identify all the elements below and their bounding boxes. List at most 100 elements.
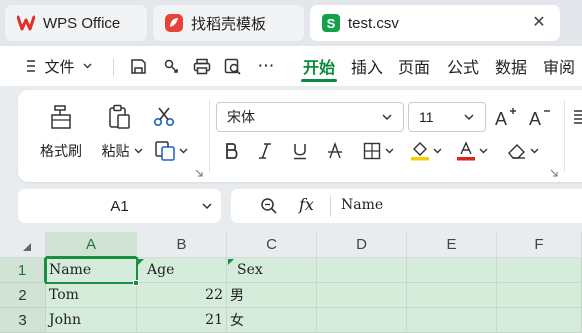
column-header-a[interactable]: A: [46, 232, 137, 258]
column-header-f[interactable]: F: [497, 232, 582, 258]
tab-template[interactable]: 找稻壳模板: [153, 5, 304, 41]
cut-icon[interactable]: [151, 104, 177, 130]
chevron-down-icon: [179, 148, 188, 154]
cell-d2[interactable]: [317, 283, 407, 308]
cell-a1[interactable]: Name: [46, 258, 137, 283]
copy-icon: [154, 140, 176, 162]
ribbon-tab-review[interactable]: 审阅: [538, 46, 580, 86]
chevron-down-icon: [385, 148, 394, 154]
underline-icon[interactable]: [288, 138, 312, 164]
bold-icon[interactable]: [220, 138, 244, 164]
column-header-e[interactable]: E: [407, 232, 497, 258]
clear-button[interactable]: [502, 138, 544, 164]
cell-name-box[interactable]: A1: [18, 189, 221, 223]
file-menu[interactable]: 文件: [18, 46, 100, 86]
cell-reference: A1: [110, 197, 129, 215]
font-size-select[interactable]: 11: [408, 102, 486, 132]
chevron-down-icon: [463, 110, 475, 124]
column-header-d[interactable]: D: [317, 232, 407, 258]
italic-icon[interactable]: [253, 138, 277, 164]
ribbon-tab-data[interactable]: 数据: [490, 46, 532, 86]
divider: [209, 100, 210, 172]
search-formula-icon[interactable]: [260, 197, 278, 215]
strikethrough-icon[interactable]: [323, 138, 347, 164]
tab-label: 找稻壳模板: [191, 15, 267, 33]
window-tab-bar: WPS Office 找稻壳模板 S test.csv ✕: [0, 0, 582, 46]
chevron-down-icon: [134, 148, 143, 154]
cell-a2[interactable]: Tom: [46, 283, 137, 308]
cell-error-indicator: [228, 259, 234, 265]
cell-c3[interactable]: 女: [227, 308, 317, 333]
share-link-icon[interactable]: [159, 46, 183, 86]
decrease-font-size-icon[interactable]: A: [526, 102, 554, 132]
chevron-down-icon: [530, 148, 539, 154]
row-header-3[interactable]: 3: [0, 308, 46, 333]
fill-bucket-icon: [410, 141, 430, 161]
cell-f2[interactable]: [497, 283, 582, 308]
cell-b1[interactable]: Age: [137, 258, 227, 283]
column-header-b[interactable]: B: [137, 232, 227, 258]
paste-icon[interactable]: [104, 102, 134, 132]
docer-logo-icon: [165, 14, 183, 32]
ribbon-tab-insert[interactable]: 插入: [346, 46, 388, 86]
fill-color-button[interactable]: [406, 138, 446, 164]
eraser-icon: [507, 142, 527, 160]
tab-wps-office[interactable]: WPS Office: [5, 5, 147, 41]
column-header-c[interactable]: C: [227, 232, 317, 258]
save-icon[interactable]: [126, 46, 150, 86]
chevron-down-icon[interactable]: [201, 199, 213, 213]
font-color-button[interactable]: [452, 138, 492, 164]
font-size-value: 11: [419, 109, 434, 125]
row-header-2[interactable]: 2: [0, 283, 46, 308]
cell-a3[interactable]: John: [46, 308, 137, 333]
formula-bar: fx Name: [231, 189, 582, 223]
copy-button[interactable]: [151, 138, 191, 164]
print-icon[interactable]: [190, 46, 214, 86]
close-icon[interactable]: ✕: [530, 14, 548, 32]
fill-handle[interactable]: [133, 280, 139, 286]
ribbon-home: 格式刷 粘贴 宋体 11 A A: [18, 90, 582, 182]
tab-test-csv[interactable]: S test.csv ✕: [310, 5, 560, 41]
ribbon-tab-home[interactable]: 开始: [297, 46, 341, 86]
format-painter-label[interactable]: 格式刷: [33, 140, 89, 162]
borders-button[interactable]: [358, 138, 398, 164]
more-icon[interactable]: ⋯: [252, 46, 280, 86]
font-launcher-icon[interactable]: [549, 168, 559, 178]
cell-c2[interactable]: 男: [227, 283, 317, 308]
formula-input[interactable]: Name: [341, 197, 383, 213]
file-menu-label: 文件: [44, 58, 75, 76]
cell-b2[interactable]: 22: [137, 283, 227, 308]
cell-e1[interactable]: [407, 258, 497, 283]
ribbon-tab-page[interactable]: 页面: [393, 46, 435, 86]
cell-error-indicator: [138, 259, 144, 265]
row-header-1[interactable]: 1: [0, 258, 46, 283]
cell-f3[interactable]: [497, 308, 582, 333]
cell-e2[interactable]: [407, 283, 497, 308]
svg-text:A: A: [495, 109, 507, 128]
ribbon-tab-formula[interactable]: 公式: [442, 46, 484, 86]
select-all-corner[interactable]: [0, 232, 46, 258]
cell-b3[interactable]: 21: [137, 308, 227, 333]
spreadsheet-grid: A B C D E F 1 Name Age Sex 2 Tom 22 男 3 …: [0, 232, 582, 333]
cell-f1[interactable]: [497, 258, 582, 283]
chevron-down-icon: [381, 110, 393, 124]
cell-d1[interactable]: [317, 258, 407, 283]
chevron-down-icon: [83, 63, 92, 69]
paste-button[interactable]: 粘贴: [94, 140, 150, 162]
cell-e3[interactable]: [407, 308, 497, 333]
cell-d3[interactable]: [317, 308, 407, 333]
menu-bar: 文件 ⋯ 开始 插入 页面 公式 数据 审阅: [0, 46, 582, 86]
cell-c1[interactable]: Sex: [227, 258, 317, 283]
font-name-select[interactable]: 宋体: [216, 102, 404, 132]
format-painter-icon[interactable]: [46, 102, 76, 132]
divider: [113, 58, 114, 76]
borders-icon: [363, 142, 381, 160]
spreadsheet-file-icon: S: [322, 14, 340, 32]
print-preview-icon[interactable]: [221, 46, 245, 86]
clipboard-launcher-icon[interactable]: [194, 168, 204, 178]
align-icon[interactable]: [572, 102, 582, 132]
font-name-value: 宋体: [227, 109, 255, 125]
tab-label: test.csv: [348, 14, 399, 32]
increase-font-size-icon[interactable]: A: [492, 102, 520, 132]
insert-function-icon[interactable]: fx: [299, 195, 314, 214]
